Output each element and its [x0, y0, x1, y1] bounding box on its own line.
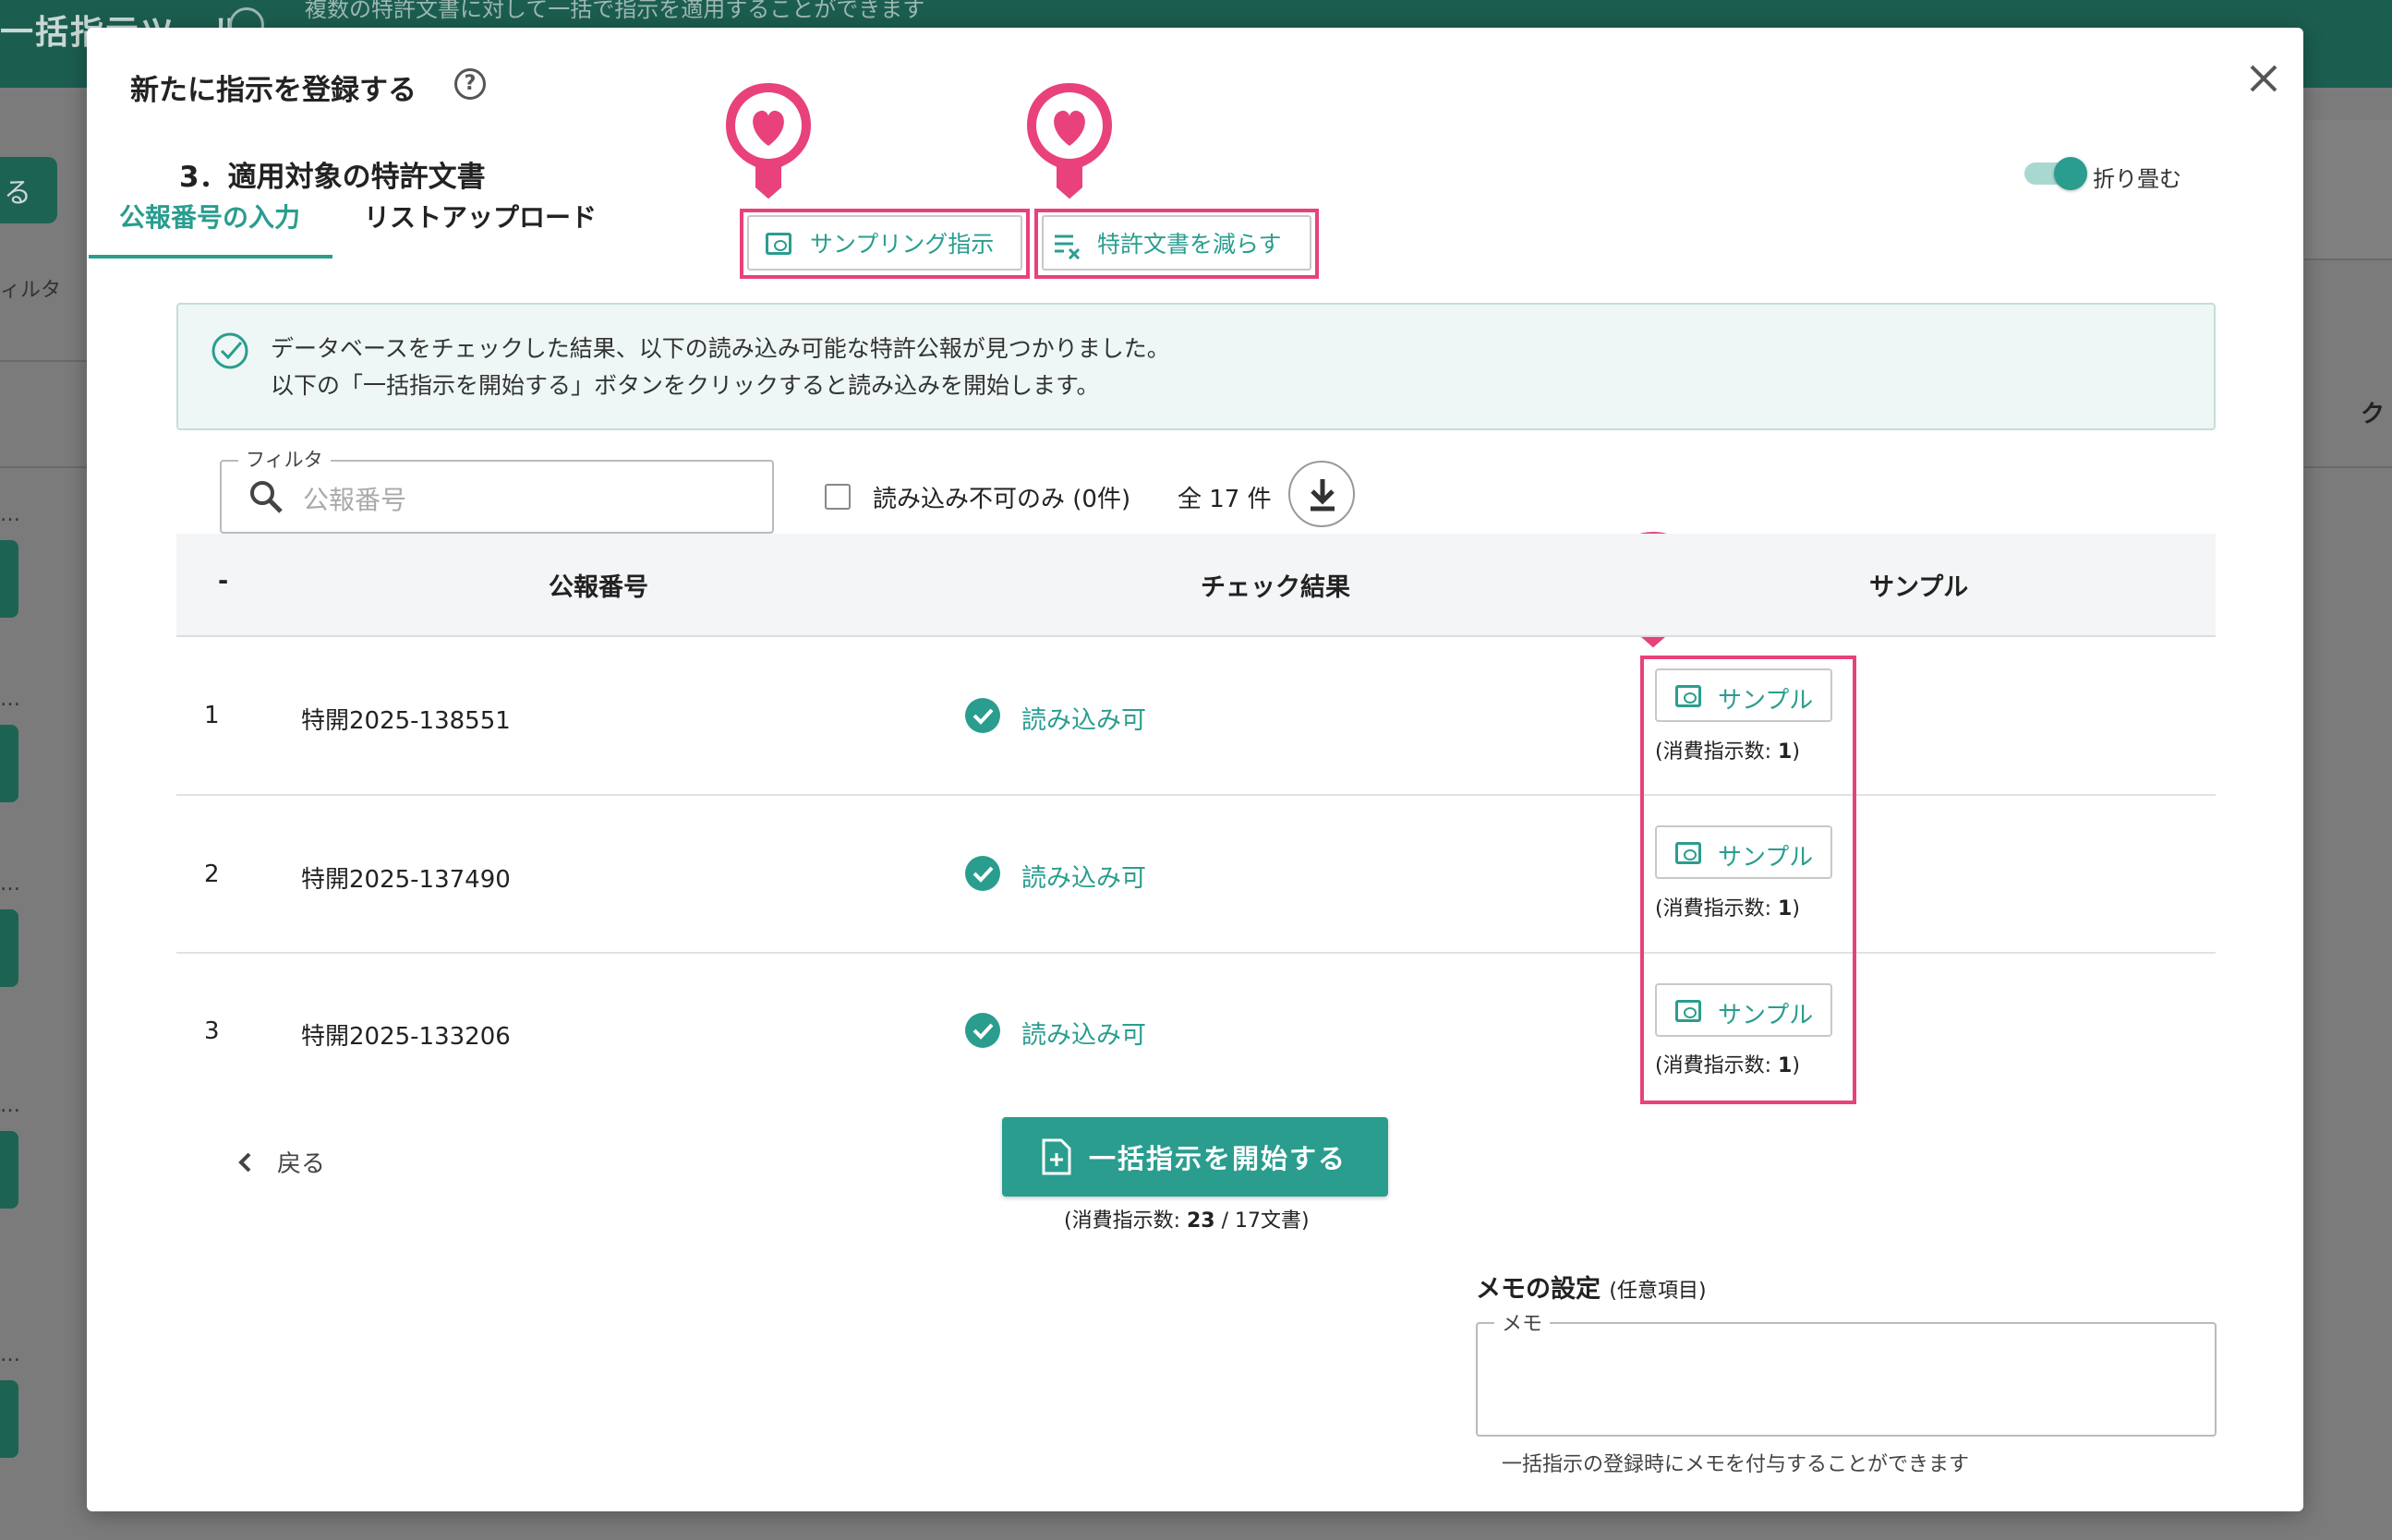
download-button[interactable] [1288, 461, 1355, 527]
memo-help-text: 一括指示の登録時にメモを付与することができます [1502, 1453, 1970, 1476]
background-row-button[interactable] [0, 540, 18, 618]
filter-label: フィルタ [238, 445, 331, 473]
start-consume-count: (消費指示数: 23 / 17文書) [1064, 1204, 1310, 1233]
background-panel [2304, 120, 2392, 259]
ellipsis-text: … [0, 503, 20, 526]
background-button[interactable]: る [0, 157, 57, 223]
collapse-toggle[interactable] [2024, 157, 2087, 190]
modal-title: 新たに指示を登録する [130, 74, 417, 107]
back-button[interactable]: 戻る [277, 1145, 325, 1179]
active-tab-indicator [89, 255, 332, 259]
ellipsis-text: … [0, 1343, 20, 1366]
search-icon [250, 481, 283, 513]
start-batch-instruction-button[interactable]: 一括指示を開始する [1002, 1117, 1388, 1197]
document-add-icon [1042, 1138, 1071, 1175]
sampling-instruction-button[interactable]: サンプリング指示 [747, 215, 1022, 271]
info-message-line2: 以下の「一括指示を開始する」ボタンをクリックすると読み込みを開始します。 [271, 372, 1100, 399]
publication-number: 特開2025-137490 [301, 866, 511, 894]
ellipsis-text: … [0, 872, 20, 896]
memo-optional-label: (任意項目) [1609, 1280, 1707, 1303]
check-circle-icon [211, 332, 248, 369]
check-status: 読み込み可 [1021, 706, 1146, 735]
background-row-button[interactable] [0, 725, 18, 802]
column-header-sample: サンプル [1869, 573, 1969, 602]
total-count: 全 17 件 [1178, 486, 1272, 513]
toggle-knob [2054, 157, 2087, 190]
start-batch-instruction-label: 一括指示を開始する [1089, 1143, 1347, 1174]
row-index: 1 [204, 702, 220, 729]
background-column-letter: ク [2361, 401, 2386, 428]
memo-label: メモ [1494, 1307, 1551, 1337]
info-message-line1: データベースをチェックした結果、以下の読み込み可能な特許公報が見つかりました。 [271, 335, 1170, 362]
background-row-button[interactable] [0, 909, 18, 987]
filter-placeholder: 公報番号 [303, 485, 407, 515]
divider [0, 466, 88, 468]
background-row-button[interactable] [0, 1380, 18, 1458]
column-header-publication-number: 公報番号 [549, 573, 648, 602]
row-divider [176, 794, 2216, 796]
ellipsis-text: … [0, 688, 20, 711]
download-icon [1311, 479, 1335, 511]
check-status: 読み込み可 [1021, 864, 1146, 893]
check-circle-icon [965, 856, 1000, 891]
memo-settings-title: メモの設定 (任意項目) [1476, 1269, 1707, 1305]
background-row-button[interactable] [0, 1131, 18, 1209]
consume-prefix: (消費指示数: [1064, 1209, 1187, 1233]
eye-icon [766, 233, 791, 255]
highlight-frame [1640, 656, 1856, 1104]
divider [2304, 466, 2392, 468]
row-index: 2 [204, 860, 220, 888]
background-filter-label: ィルタ [0, 279, 62, 302]
tab-publication-number-input[interactable]: 公報番号の入力 [119, 198, 300, 235]
check-status: 読み込み可 [1021, 1021, 1146, 1050]
section-title: 3．適用対象の特許文書 [179, 161, 486, 194]
sampling-instruction-label: サンプリング指示 [810, 231, 995, 258]
heart-pin-icon [1022, 78, 1117, 204]
app-subtitle: 複数の特許文書に対して一括で指示を適用することができます [305, 0, 925, 22]
consume-suffix: / 17文書) [1214, 1209, 1310, 1233]
list-remove-icon [1055, 235, 1081, 259]
row-divider [176, 952, 2216, 954]
help-icon[interactable]: ? [454, 68, 486, 100]
column-header-index: - [218, 567, 229, 596]
divider [2304, 259, 2392, 260]
close-icon[interactable] [2244, 59, 2283, 98]
divider [0, 360, 88, 362]
check-circle-icon [965, 698, 1000, 733]
unreadable-only-label: 読み込み不可のみ (0件) [873, 486, 1131, 513]
ellipsis-text: … [0, 1094, 20, 1117]
check-circle-icon [965, 1013, 1000, 1048]
memo-title-text: メモの設定 [1476, 1275, 1601, 1304]
row-index: 3 [204, 1017, 220, 1045]
heart-pin-icon [721, 78, 815, 204]
chevron-left-icon[interactable] [236, 1151, 255, 1173]
consume-value: 23 [1187, 1209, 1215, 1233]
check-result-info: データベースをチェックした結果、以下の読み込み可能な特許公報が見つかりました。 … [176, 303, 2216, 430]
publication-number: 特開2025-133206 [301, 1023, 511, 1051]
reduce-documents-button[interactable]: 特許文書を減らす [1042, 215, 1311, 271]
unreadable-only-checkbox[interactable] [825, 484, 851, 510]
column-header-check-result: チェック結果 [1201, 573, 1350, 602]
collapse-toggle-label: 折り畳む [2093, 166, 2181, 192]
publication-number: 特開2025-138551 [301, 707, 511, 735]
memo-input[interactable] [1476, 1322, 2217, 1437]
tab-list-upload[interactable]: リストアップロード [364, 198, 597, 235]
reduce-documents-label: 特許文書を減らす [1097, 231, 1282, 258]
